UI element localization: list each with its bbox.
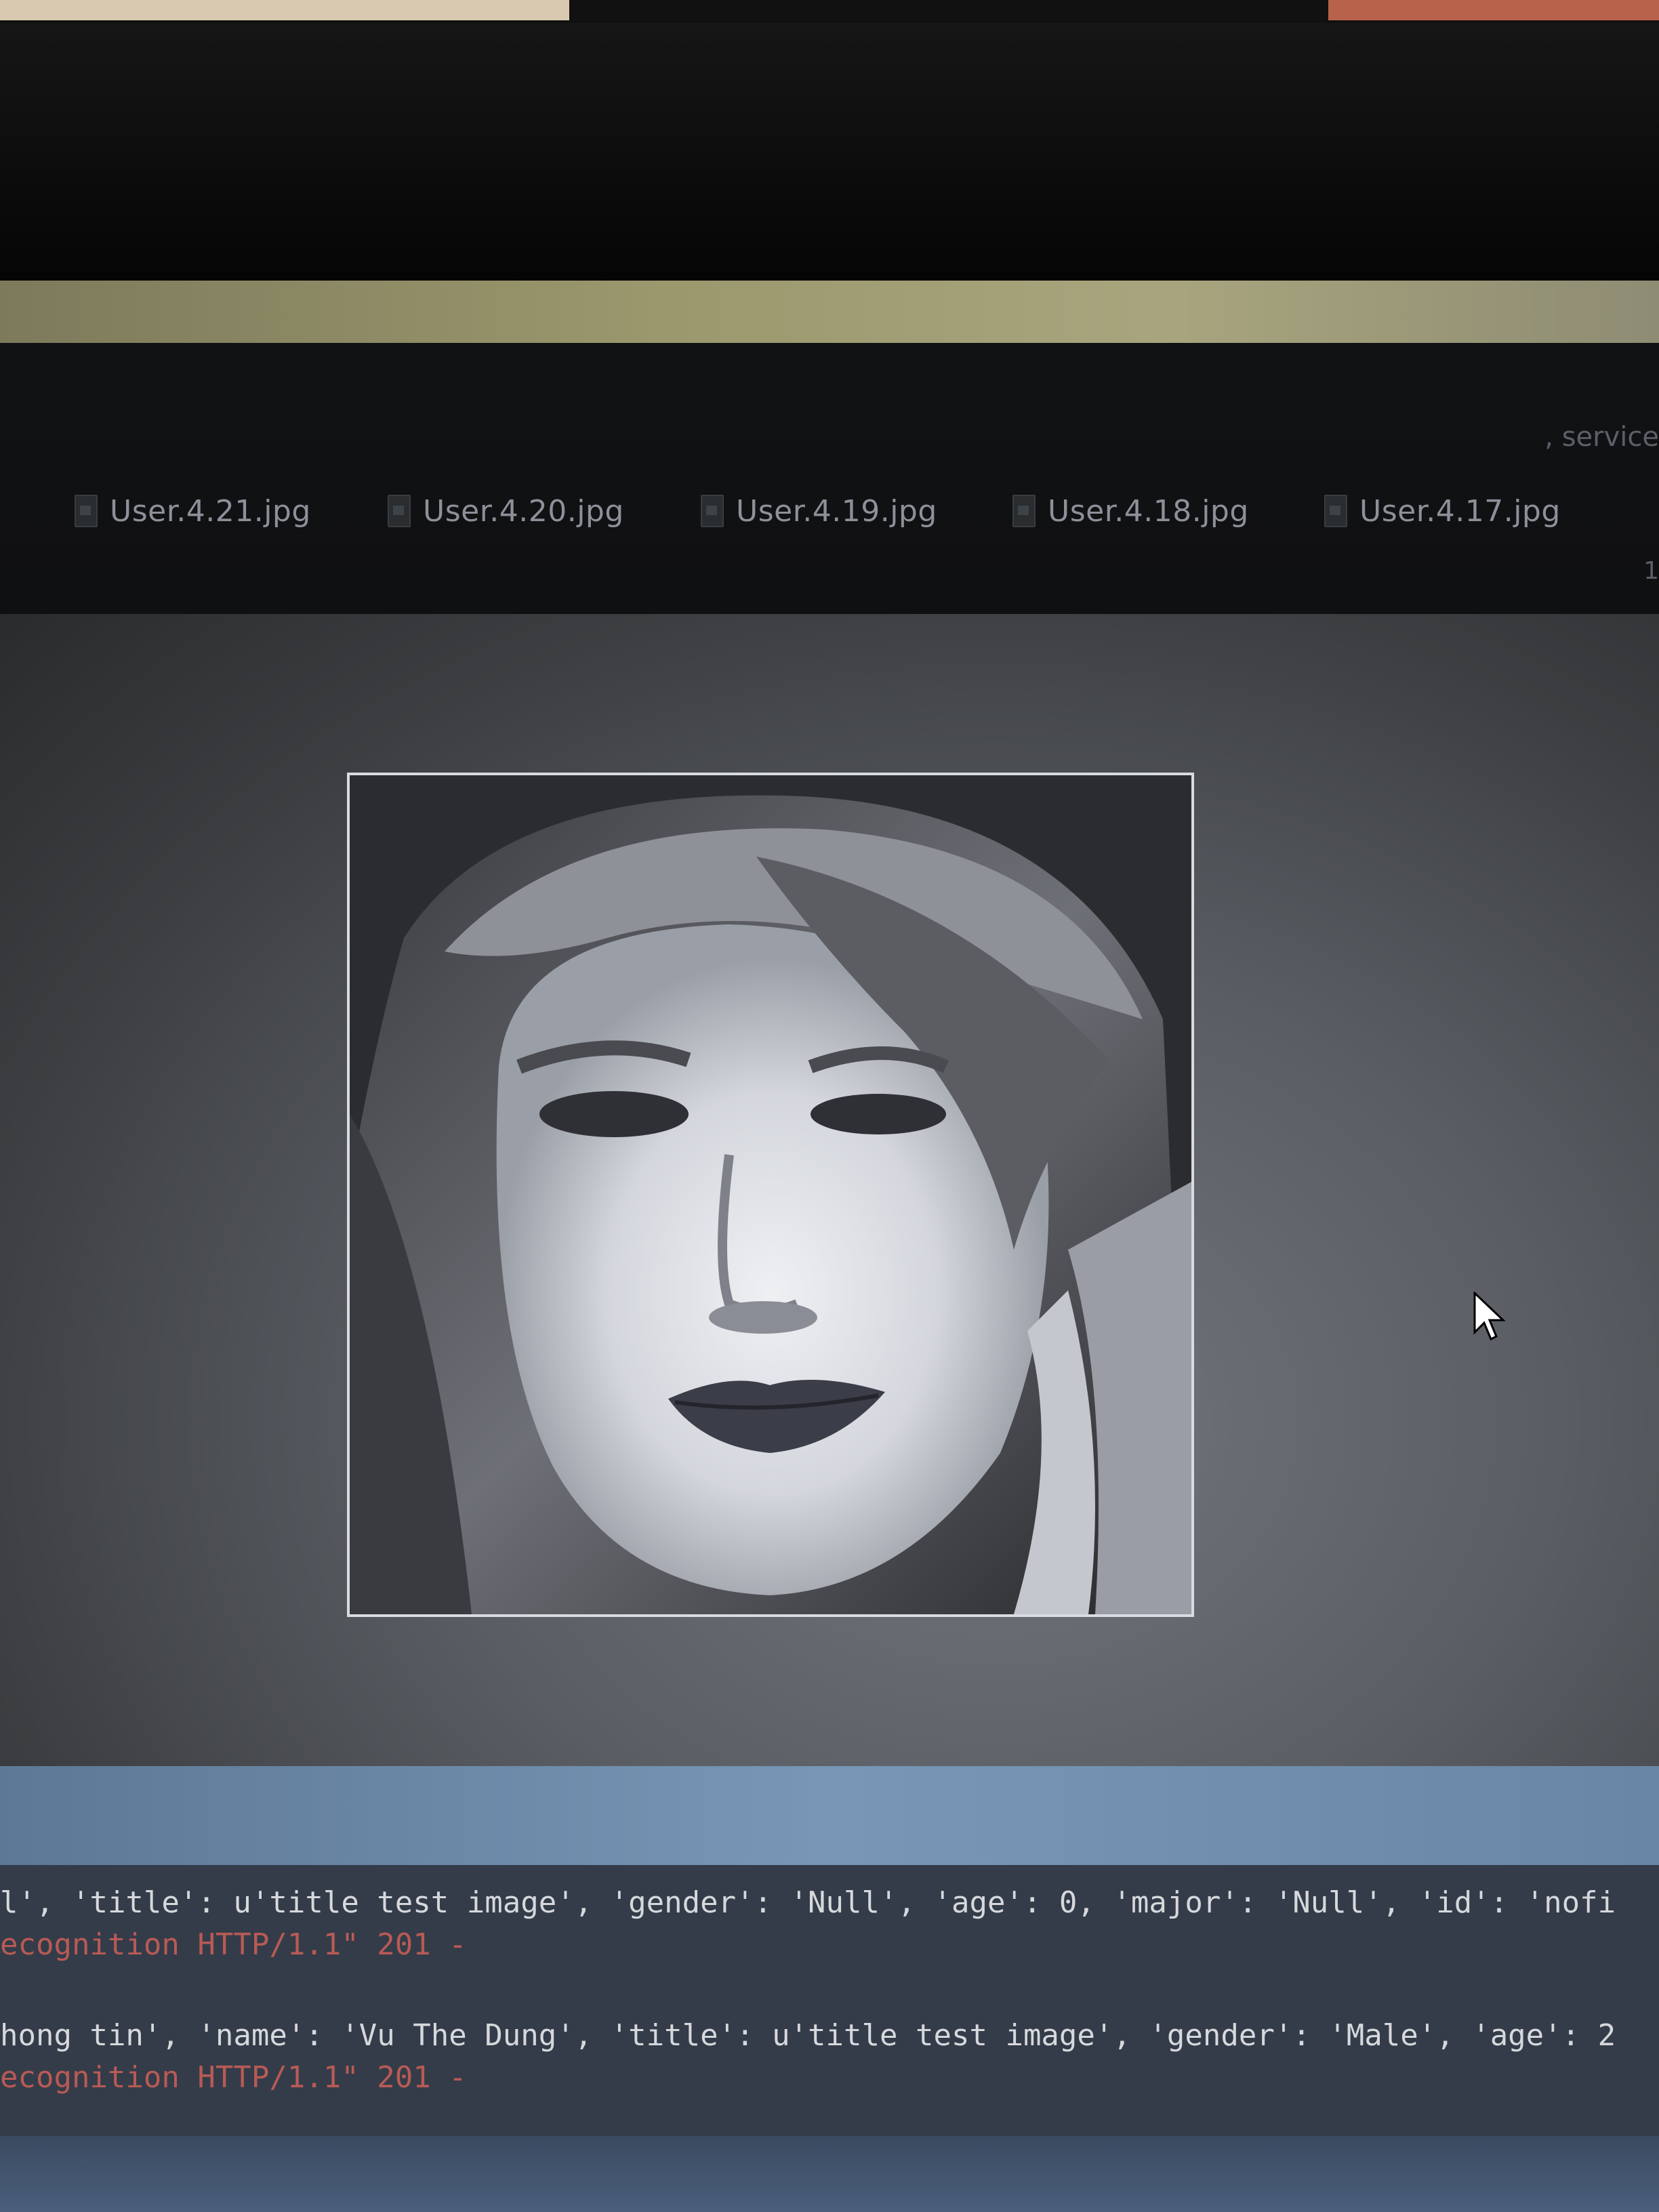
mouse-pointer-icon [1473,1292,1506,1341]
log-line: ecognition HTTP/1.1" 201 - [0,1927,467,1962]
file-item-user-4-20[interactable]: User.4.20.jpg [388,491,624,531]
background-light-left [0,0,569,20]
console-title-band [0,1766,1659,1865]
log-line: l', 'title': u'title test image', 'gende… [0,1885,1616,1920]
log-line: hong tin', 'name': 'Vu The Dung', 'title… [0,2018,1616,2053]
terminal-console: l', 'title': u'title test image', 'gende… [0,1766,1659,2212]
image-viewer [0,614,1659,1766]
room-background [0,0,1659,23]
face-photo-image [350,775,1191,1614]
service-label: , service [1544,422,1659,453]
file-name: User.4.19.jpg [736,493,937,529]
image-file-icon [701,495,724,527]
file-item-user-4-21[interactable]: User.4.21.jpg [75,491,311,531]
file-name: User.4.18.jpg [1048,493,1249,529]
face-photo[interactable] [347,773,1194,1617]
file-explorer-strip: , service User.4.21.jpg User.4.20.jpg Us… [0,343,1659,614]
file-name: User.4.21.jpg [110,493,311,529]
monitor-bezel-edge [0,281,1659,343]
image-file-icon [1324,495,1347,527]
image-file-icon [1012,495,1036,527]
log-line: ecognition HTTP/1.1" 201 - [0,2060,467,2095]
file-item-user-4-19[interactable]: User.4.19.jpg [701,491,937,531]
edge-number: 1 [1643,557,1659,585]
image-file-icon [388,495,411,527]
console-footer [0,2136,1659,2212]
file-item-user-4-18[interactable]: User.4.18.jpg [1012,491,1249,531]
file-name: User.4.20.jpg [423,493,624,529]
console-log: l', 'title': u'title test image', 'gende… [0,1865,1659,2136]
file-name: User.4.17.jpg [1359,493,1561,529]
background-light-right [1328,0,1659,20]
file-item-user-4-17[interactable]: User.4.17.jpg [1324,491,1561,531]
screen: , service User.4.21.jpg User.4.20.jpg Us… [0,343,1659,2212]
image-file-icon [75,495,98,527]
monitor-bezel [0,23,1659,281]
